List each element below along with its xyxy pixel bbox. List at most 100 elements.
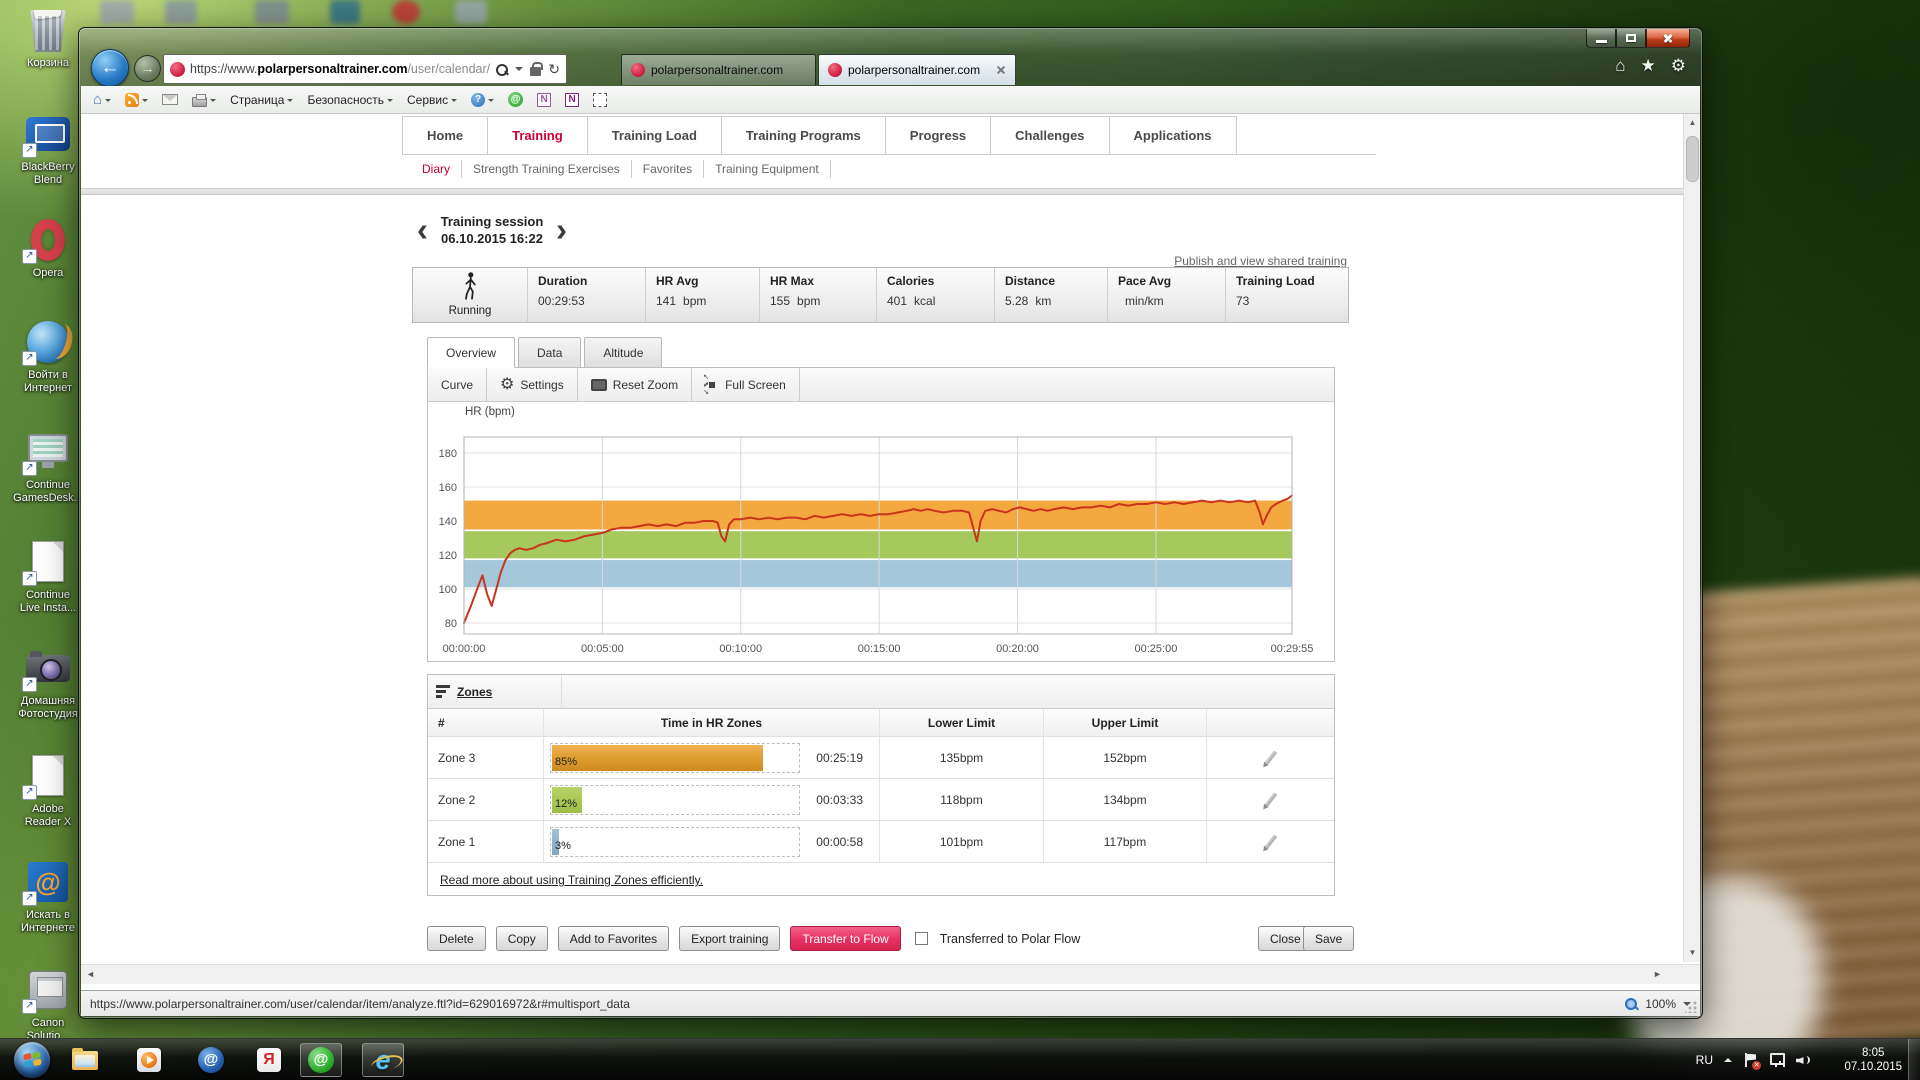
edit-pencil-icon[interactable] [1264, 750, 1277, 765]
close-button[interactable] [1646, 29, 1690, 48]
export-training-button[interactable]: Export training [679, 926, 781, 951]
home-icon[interactable]: ⌂ [1615, 56, 1625, 76]
dropdown-icon [105, 98, 112, 105]
scroll-down-icon[interactable]: ▼ [1684, 944, 1700, 962]
nav-training-programs[interactable]: Training Programs [720, 116, 885, 154]
refresh-icon[interactable]: ↻ [548, 62, 560, 76]
zones-icon [436, 685, 450, 698]
scroll-right-icon[interactable]: ► [1653, 969, 1662, 979]
tools-gear-icon[interactable]: ⚙ [1671, 56, 1686, 76]
zones-read-more-link[interactable]: Read more about using Training Zones eff… [440, 873, 703, 887]
taskbar-clock[interactable]: 8:05 07.10.2015 [1844, 1039, 1902, 1080]
minimize-icon [1595, 39, 1607, 43]
zone-bar-track: 12% [550, 784, 800, 815]
subnav-training-equipment[interactable]: Training Equipment [704, 160, 831, 178]
nav-progress[interactable]: Progress [884, 116, 991, 154]
forward-button[interactable]: → [134, 55, 161, 82]
taskbar-media-player-button[interactable] [128, 1043, 170, 1077]
volume-icon[interactable] [1796, 1053, 1810, 1067]
nav-home[interactable]: Home [402, 116, 488, 154]
show-desktop-button[interactable] [1908, 1039, 1920, 1080]
subnav-favorites[interactable]: Favorites [632, 160, 705, 178]
onenote-clip-button[interactable]: N [562, 91, 582, 109]
internet-explorer-icon: e [375, 1044, 391, 1075]
zone-label: Zone 2 [428, 779, 544, 820]
browser-tab-2-active[interactable]: polarpersonaltrainer.com [818, 54, 1016, 85]
address-bar[interactable]: https://www.polarpersonaltrainer.com/use… [163, 54, 567, 84]
zones-link[interactable]: Zones [457, 685, 492, 699]
settings-button[interactable]: ⚙ Settings [487, 368, 578, 401]
scrollbar-thumb[interactable] [1686, 136, 1699, 182]
close-tab-icon[interactable] [996, 65, 1006, 75]
horizontal-scrollbar[interactable]: ◄ ► [81, 964, 1700, 984]
taskbar: @ Я @ e RU ✕ 8:05 07.10.2015 [0, 1038, 1920, 1080]
hidden-icons-arrow[interactable] [1724, 1054, 1732, 1062]
scroll-up-icon[interactable]: ▲ [1684, 114, 1700, 132]
copy-button[interactable]: Copy [495, 926, 548, 951]
feeds-button[interactable] [122, 91, 151, 109]
svg-text:160: 160 [439, 482, 457, 494]
restore-button[interactable] [1616, 29, 1646, 48]
taskbar-yandex-button[interactable]: Я [248, 1043, 290, 1077]
delete-button[interactable]: Delete [427, 926, 486, 951]
curve-button[interactable]: Curve [428, 368, 488, 401]
background-icon [100, 0, 134, 24]
nav-challenges[interactable]: Challenges [990, 116, 1109, 154]
previous-session-arrow[interactable]: ‹ [417, 210, 428, 250]
transferred-checkbox[interactable] [914, 932, 928, 945]
add-to-favorites-button[interactable]: Add to Favorites [557, 926, 670, 951]
save-button[interactable]: Save [1303, 926, 1355, 951]
subnav-strength-training[interactable]: Strength Training Exercises [462, 160, 632, 178]
taskbar-mailru-agent-button[interactable]: @ [300, 1043, 342, 1077]
minimize-button[interactable] [1586, 29, 1616, 48]
onenote-addon-button[interactable]: N [534, 91, 554, 109]
search-icon[interactable] [495, 63, 509, 76]
publish-link[interactable]: Publish and view shared training [1047, 254, 1347, 268]
nav-training[interactable]: Training [487, 116, 587, 154]
tools-menu[interactable]: Сервис [404, 91, 460, 109]
browser-tab-1[interactable]: polarpersonaltrainer.com [621, 54, 816, 85]
subnav-diary[interactable]: Diary [411, 160, 463, 178]
start-button[interactable] [14, 1042, 50, 1078]
tab-data[interactable]: Data [518, 337, 582, 368]
next-session-arrow[interactable]: › [556, 210, 567, 250]
tab-overview[interactable]: Overview [427, 337, 516, 368]
scroll-left-icon[interactable]: ◄ [86, 969, 95, 979]
zone-time: 00:00:58 [816, 834, 863, 849]
print-button[interactable] [189, 91, 219, 109]
page-menu[interactable]: Страница [227, 91, 296, 109]
edit-pencil-icon[interactable] [1264, 792, 1277, 807]
resize-grip[interactable] [1685, 1001, 1697, 1013]
full-screen-button[interactable]: ↙ ↘Full Screen [692, 368, 800, 401]
taskbar-internet-explorer-button[interactable]: e [362, 1043, 404, 1077]
safety-menu[interactable]: Безопасность [304, 91, 396, 109]
reset-zoom-button[interactable]: Reset Zoom [578, 368, 693, 401]
zone-bar-track: 3% [550, 826, 800, 857]
mail-icon [162, 94, 179, 105]
language-indicator[interactable]: RU [1696, 1053, 1713, 1067]
read-mail-button[interactable] [159, 92, 181, 107]
nav-training-load[interactable]: Training Load [586, 116, 721, 154]
desktop: Корзина BlackBerryBlend Opera Войти вИнт… [0, 0, 1920, 1080]
hr-curve-chart[interactable]: 180 160 140 120 100 80 00:00:00 00:05:00 00:10:0… [419, 422, 1335, 662]
help-menu[interactable]: ? [468, 91, 497, 109]
home-menu-button[interactable]: ⌂ [90, 91, 114, 109]
search-dropdown-icon[interactable] [515, 67, 524, 75]
edit-pencil-icon[interactable] [1264, 834, 1277, 849]
favorites-star-icon[interactable]: ★ [1641, 56, 1656, 76]
monitor-icon [28, 434, 68, 468]
vertical-scrollbar[interactable]: ▲ ▼ [1683, 114, 1700, 962]
dropdown-icon [488, 98, 495, 105]
tab-altitude[interactable]: Altitude [584, 337, 663, 368]
taskbar-explorer-button[interactable] [64, 1043, 106, 1077]
taskbar-mailru-button[interactable]: @ [190, 1043, 232, 1077]
snip-addon-button[interactable] [590, 91, 610, 109]
svg-text:00:05:00: 00:05:00 [581, 643, 624, 655]
action-center-flag-icon[interactable]: ✕ [1743, 1052, 1761, 1070]
transfer-to-flow-button[interactable]: Transfer to Flow [790, 926, 901, 951]
back-button[interactable]: ← [91, 49, 129, 87]
network-icon[interactable] [1769, 1053, 1785, 1067]
zoom-control[interactable]: 100% [1624, 997, 1691, 1011]
agent-addon-button[interactable]: @ [505, 90, 526, 109]
nav-applications[interactable]: Applications [1108, 116, 1237, 154]
